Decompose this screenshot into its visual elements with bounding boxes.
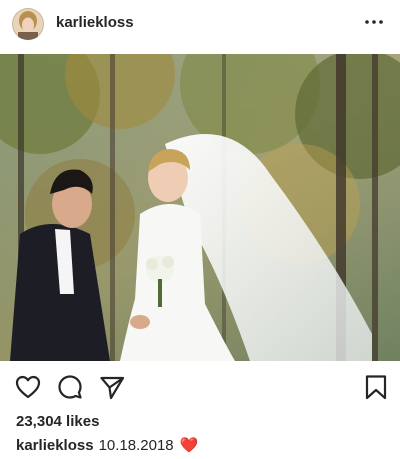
post-header: karliekloss xyxy=(0,0,400,48)
likes-count[interactable]: 23,304 likes xyxy=(16,413,99,430)
caption-text: 10.18.2018 xyxy=(98,436,174,454)
post-photo[interactable] xyxy=(0,54,400,361)
comment-icon[interactable] xyxy=(56,373,84,401)
action-bar xyxy=(0,370,400,404)
heart-icon[interactable] xyxy=(14,373,42,401)
avatar[interactable] xyxy=(12,8,44,40)
share-icon[interactable] xyxy=(98,373,126,401)
more-options-icon[interactable] xyxy=(362,12,386,32)
bookmark-icon[interactable] xyxy=(362,373,390,401)
post-caption: karliekloss 10.18.2018 ❤️ xyxy=(16,436,199,455)
caption-username[interactable]: karliekloss xyxy=(16,437,94,454)
red-heart-emoji: ❤️ xyxy=(179,437,199,454)
post-username[interactable]: karliekloss xyxy=(56,14,134,31)
